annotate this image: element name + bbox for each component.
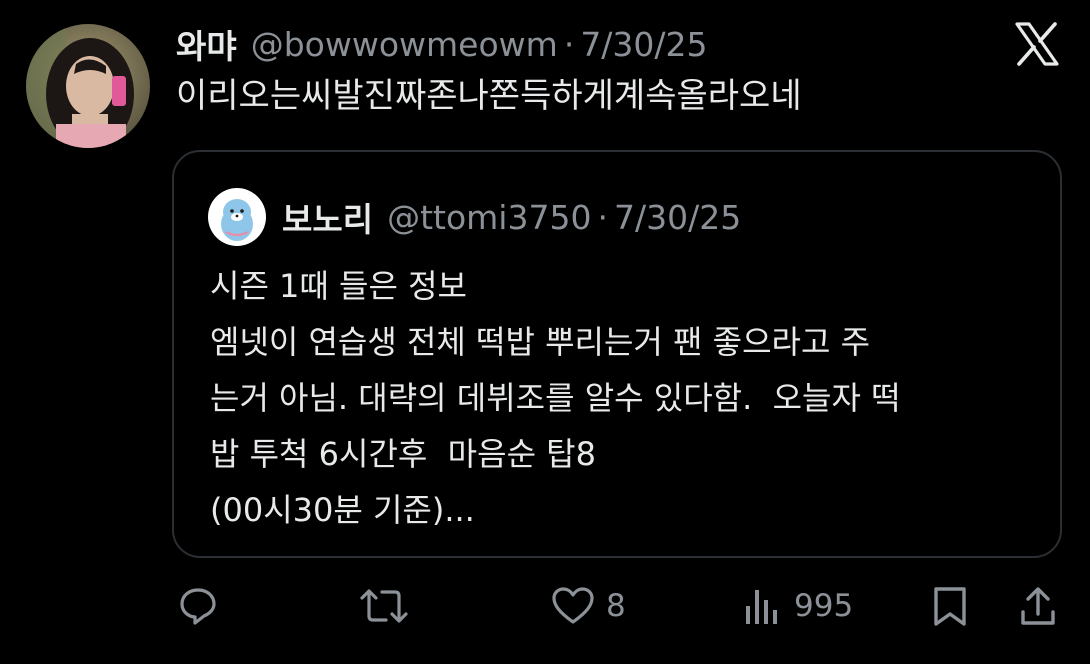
share-button[interactable] [1018, 584, 1058, 628]
quoted-tweet-card[interactable]: 보노리 @ttomi3750 · 7/30/25 시즌 1때 들은 정보 엠넷이… [172, 150, 1062, 558]
retweet-icon [360, 589, 408, 623]
quoted-author-handle[interactable]: @ttomi3750 [387, 198, 591, 237]
heart-icon [552, 587, 594, 624]
quoted-text-line: 밥 투척 6시간후 마음순 탑8 [210, 435, 596, 473]
tweet-header: 와먀 @bowwowmeowm · 7/30/25 [176, 20, 708, 68]
author-handle[interactable]: @bowwowmeowm [251, 25, 558, 64]
quoted-author-avatar[interactable] [208, 188, 266, 246]
quoted-text-line: (00시30분 기준)... [210, 491, 475, 529]
quoted-text-line: 엠넷이 연습생 전체 떡밥 뿌리는거 팬 좋으라고 주 [210, 323, 871, 361]
tweet-date[interactable]: 7/30/25 [580, 25, 707, 64]
views-icon [746, 590, 777, 624]
retweet-button[interactable] [358, 584, 410, 628]
reply-icon [180, 588, 216, 625]
quoted-tweet-date[interactable]: 7/30/25 [614, 198, 741, 237]
like-button[interactable]: 8 [550, 584, 626, 628]
separator-dot: · [563, 24, 575, 64]
author-display-name[interactable]: 와먀 [176, 20, 237, 68]
share-icon [1021, 587, 1055, 625]
author-avatar[interactable] [26, 24, 150, 148]
quoted-text-line: 는거 아님. 대략의 데뷔조를 알수 있다함. 오늘자 떡 [210, 379, 901, 417]
view-count: 995 [794, 588, 854, 624]
like-count: 8 [606, 588, 626, 624]
x-logo-icon [1014, 22, 1060, 66]
separator-dot: · [597, 197, 608, 237]
seal-mascot-avatar [208, 188, 266, 246]
bookmark-button[interactable] [930, 584, 970, 628]
views-button[interactable]: 995 [740, 584, 853, 628]
reply-button[interactable] [176, 584, 220, 628]
quoted-tweet-header: 보노리 @ttomi3750 · 7/30/25 [282, 193, 741, 241]
quoted-tweet-text: 시즌 1때 들은 정보 엠넷이 연습생 전체 떡밥 뿌리는거 팬 좋으라고 주 … [210, 258, 1040, 538]
profile-photo-avatar [26, 24, 150, 148]
tweet-text: 이리오는씨발진짜존나쫀득하게계속올라오네 [176, 76, 802, 116]
quoted-author-display-name[interactable]: 보노리 [282, 193, 373, 241]
bookmark-icon [934, 587, 966, 626]
quoted-text-line: 시즌 1때 들은 정보 [210, 267, 467, 305]
